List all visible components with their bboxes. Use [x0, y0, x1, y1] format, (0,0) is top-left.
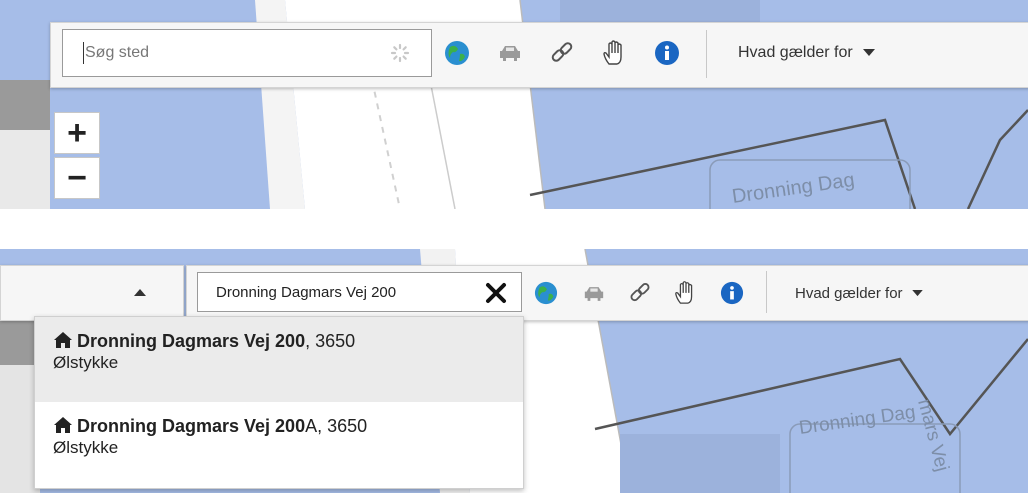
info-icon[interactable] [654, 40, 680, 66]
search-result-item[interactable]: Dronning Dagmars Vej 200, 3650 Ølstykke [35, 317, 523, 402]
result-city: Ølstykke [53, 438, 119, 457]
car-icon[interactable] [582, 283, 606, 303]
info-icon[interactable] [720, 281, 744, 305]
text-cursor [83, 42, 84, 64]
zoom-in-button[interactable]: + [54, 112, 100, 154]
result-city: Ølstykke [53, 353, 119, 372]
search-placeholder: Søg sted [85, 44, 150, 61]
result-match: Dronning Dagmars Vej 200 [77, 416, 306, 436]
result-match: Dronning Dagmars Vej 200 [77, 331, 306, 351]
map-street-label: Dronning Dag [731, 169, 856, 208]
applies-for-label: Hvad gælder for [738, 44, 853, 61]
car-icon[interactable] [497, 42, 523, 64]
applies-for-label: Hvad gælder for [795, 284, 903, 302]
collapse-caret-up-icon[interactable] [130, 285, 150, 301]
map-street-label: Dronning Dag [798, 402, 917, 439]
loading-spinner-icon [390, 43, 410, 63]
caret-down-icon [911, 289, 923, 296]
search-field[interactable]: Dronning Dagmars Vej 200 [197, 272, 522, 312]
hand-icon[interactable] [600, 37, 630, 67]
zoom-out-button[interactable]: − [54, 157, 100, 199]
map-street-label-vertical: mars Vej [913, 397, 952, 474]
left-panel-header [0, 265, 184, 321]
search-result-item[interactable]: Dronning Dagmars Vej 200A, 3650 Ølstykke [35, 402, 523, 487]
clear-search-icon[interactable] [485, 282, 507, 304]
hand-icon[interactable] [673, 279, 699, 305]
home-icon [54, 417, 72, 433]
link-icon[interactable] [549, 40, 575, 66]
caret-down-icon [862, 49, 875, 56]
home-icon [54, 332, 72, 348]
map-view-top[interactable]: Dronning Dag Søg sted Hvad gælder for + … [0, 0, 1028, 209]
toolbar-separator [706, 30, 707, 78]
globe-icon[interactable] [444, 40, 470, 66]
applies-for-dropdown[interactable]: Hvad gælder for [738, 40, 918, 66]
search-input-value: Dronning Dagmars Vej 200 [216, 284, 397, 301]
result-rest: A, 3650 [305, 416, 368, 436]
toolbar-separator [766, 271, 767, 313]
search-field[interactable]: Søg sted [62, 29, 432, 77]
search-results-dropdown: Dronning Dagmars Vej 200, 3650 Ølstykke … [34, 316, 524, 489]
globe-icon[interactable] [534, 281, 558, 305]
applies-for-dropdown[interactable]: Hvad gælder for [795, 281, 965, 305]
result-rest: , 3650 [305, 331, 356, 351]
link-icon[interactable] [628, 281, 652, 305]
